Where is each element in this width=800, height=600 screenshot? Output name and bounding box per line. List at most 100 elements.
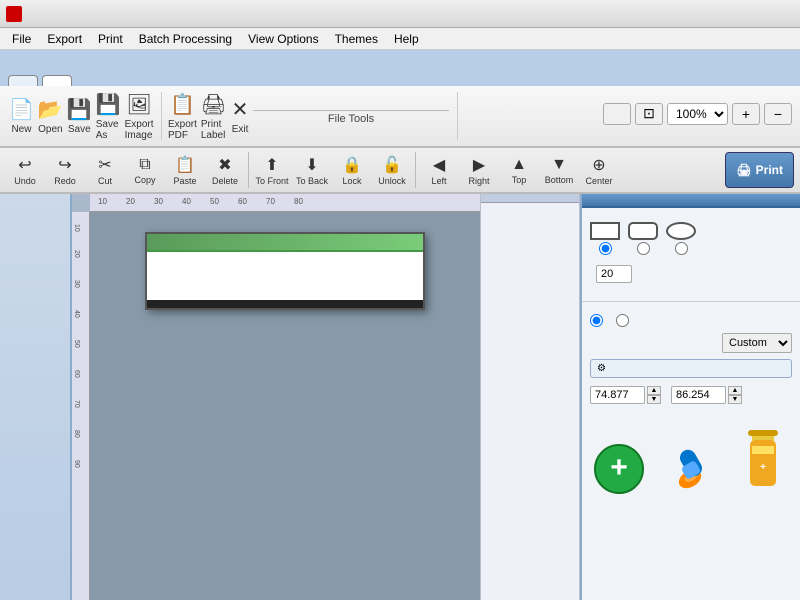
shape-ellipse-opt[interactable] <box>666 222 696 257</box>
titlebar <box>0 0 800 28</box>
save-as-button[interactable]: 💾Save As <box>95 92 122 140</box>
minimize-button[interactable] <box>724 5 746 23</box>
height-up[interactable]: ▲ <box>728 386 742 395</box>
custom-size-label[interactable] <box>590 314 606 327</box>
print-toolbar-button[interactable]: 🖨Print <box>725 152 794 188</box>
label-footer <box>147 300 423 308</box>
svg-text:+: + <box>760 462 766 473</box>
open-button[interactable]: 📂Open <box>37 92 64 140</box>
pixels-row <box>590 265 792 283</box>
width-input[interactable] <box>590 386 645 404</box>
menu-item-themes[interactable]: Themes <box>327 30 386 48</box>
right-edit-button[interactable]: ▶Right <box>460 150 498 190</box>
top-edit-button[interactable]: ▲Top <box>500 150 538 190</box>
file-toolbar: 📄New📂Open💾Save💾Save As🖼Export Image 📋Expo… <box>0 86 800 148</box>
menu-item-help[interactable]: Help <box>386 30 427 48</box>
to-back-edit-button[interactable]: ⬇To Back <box>293 150 331 190</box>
center-edit-button[interactable]: ⊕Center <box>580 150 618 190</box>
height-field: ▲ ▼ <box>671 384 744 404</box>
label-title <box>147 234 423 252</box>
zoom-fit-button[interactable]: ⊡ <box>635 103 663 125</box>
zoom-group: ⊡ 100% 75% 50% 150% 200% + − <box>603 103 792 130</box>
properties-header <box>582 194 800 208</box>
height-input[interactable] <box>671 386 726 404</box>
size-section: Custom ⚙ ▲ ▼ <box>582 306 800 418</box>
ratio-button[interactable] <box>603 103 631 125</box>
unlock-edit-button[interactable]: 🔓Unlock <box>373 150 411 190</box>
svg-text:+: + <box>610 451 628 484</box>
window-controls <box>724 5 794 23</box>
pill-icon <box>663 439 718 494</box>
plus-icon: + <box>594 444 644 494</box>
canvas-content[interactable] <box>90 212 480 600</box>
copy-edit-button[interactable]: ⧉Copy <box>126 150 164 190</box>
size-mode-row <box>590 314 792 327</box>
file-tools-group: 📄New📂Open💾Save💾Save As🖼Export Image 📋Expo… <box>8 92 449 140</box>
width-down[interactable]: ▼ <box>647 395 661 404</box>
mode-tabs <box>0 50 800 86</box>
cut-edit-button[interactable]: ✂Cut <box>86 150 124 190</box>
ruler-left: 10 20 30 40 50 60 70 80 90 <box>72 212 90 600</box>
zoom-controls: ⊡ 100% 75% 50% 150% 200% + − <box>603 103 792 125</box>
export-pdf-button[interactable]: 📋Export PDF <box>167 92 198 140</box>
label-barcode <box>159 280 411 292</box>
gear-icon: ⚙ <box>597 363 606 374</box>
width-spinners: ▲ ▼ <box>647 386 661 404</box>
zoom-in-button[interactable]: + <box>732 103 760 125</box>
shape-options <box>590 222 792 257</box>
canvas-area: 10 20 30 40 50 60 70 80 10 20 30 40 50 6… <box>72 194 480 600</box>
vendor-row: Custom <box>590 333 792 353</box>
file-tools-label: File Tools <box>253 110 449 125</box>
width-up[interactable]: ▲ <box>647 386 661 395</box>
to-front-edit-button[interactable]: ⬆To Front <box>253 150 291 190</box>
pixels-input[interactable] <box>596 265 632 283</box>
menu-item-batch-processing[interactable]: Batch Processing <box>131 30 240 48</box>
label-canvas <box>145 232 425 310</box>
bottom-edit-button[interactable]: ▼Bottom <box>540 150 578 190</box>
label-body <box>147 252 423 300</box>
height-down[interactable]: ▼ <box>728 395 742 404</box>
ruler-top: 10 20 30 40 50 60 70 80 <box>90 194 480 212</box>
width-field: ▲ ▼ <box>590 384 663 404</box>
label-list-header <box>481 194 579 203</box>
menu-item-export[interactable]: Export <box>39 30 90 48</box>
save-button[interactable]: 💾Save <box>66 92 93 140</box>
bottle-icon: + <box>738 424 788 494</box>
exit-button[interactable]: ✕Exit <box>229 92 251 140</box>
shape-section <box>582 208 800 297</box>
export-image-button[interactable]: 🖼Export Image <box>124 92 155 140</box>
get-size-button[interactable]: ⚙ <box>590 359 792 378</box>
menu-item-file[interactable]: File <box>4 30 39 48</box>
height-spinners: ▲ ▼ <box>728 386 742 404</box>
menubar: FileExportPrintBatch ProcessingView Opti… <box>0 28 800 50</box>
left-edit-button[interactable]: ◀Left <box>420 150 458 190</box>
left-sidebar <box>0 194 72 600</box>
menu-item-view-options[interactable]: View Options <box>240 30 326 48</box>
shape-round-opt[interactable] <box>628 222 658 257</box>
vendor-select[interactable]: Custom <box>722 333 792 353</box>
lock-edit-button[interactable]: 🔒Lock <box>333 150 371 190</box>
edit-toolbar: ↩Undo↪Redo✂Cut⧉Copy📋Paste✖Delete⬆To Fron… <box>0 148 800 194</box>
main-area: 10 20 30 40 50 60 70 80 10 20 30 40 50 6… <box>0 194 800 600</box>
zoom-out-button[interactable]: − <box>764 103 792 125</box>
print-label-button[interactable]: 🖨Print Label <box>200 92 227 140</box>
width-input-wrap: ▲ ▼ <box>590 386 663 404</box>
paste-edit-button[interactable]: 📋Paste <box>166 150 204 190</box>
predefined-label[interactable] <box>616 314 632 327</box>
redo-edit-button[interactable]: ↪Redo <box>46 150 84 190</box>
close-button[interactable] <box>772 5 794 23</box>
new-button[interactable]: 📄New <box>8 92 35 140</box>
label-list-panel <box>480 194 580 600</box>
tab-barcode-designing[interactable] <box>42 75 72 86</box>
height-input-wrap: ▲ ▼ <box>671 386 744 404</box>
zoom-select[interactable]: 100% 75% 50% 150% 200% <box>667 103 728 125</box>
shape-rect-opt[interactable] <box>590 222 620 257</box>
maximize-button[interactable] <box>748 5 770 23</box>
delete-edit-button[interactable]: ✖Delete <box>206 150 244 190</box>
undo-edit-button[interactable]: ↩Undo <box>6 150 44 190</box>
prop-images: + + <box>582 418 800 500</box>
size-row: ▲ ▼ ▲ ▼ <box>590 384 792 404</box>
properties-panel: Custom ⚙ ▲ ▼ <box>580 194 800 600</box>
tab-quick-barcode[interactable] <box>8 75 38 86</box>
menu-item-print[interactable]: Print <box>90 30 131 48</box>
